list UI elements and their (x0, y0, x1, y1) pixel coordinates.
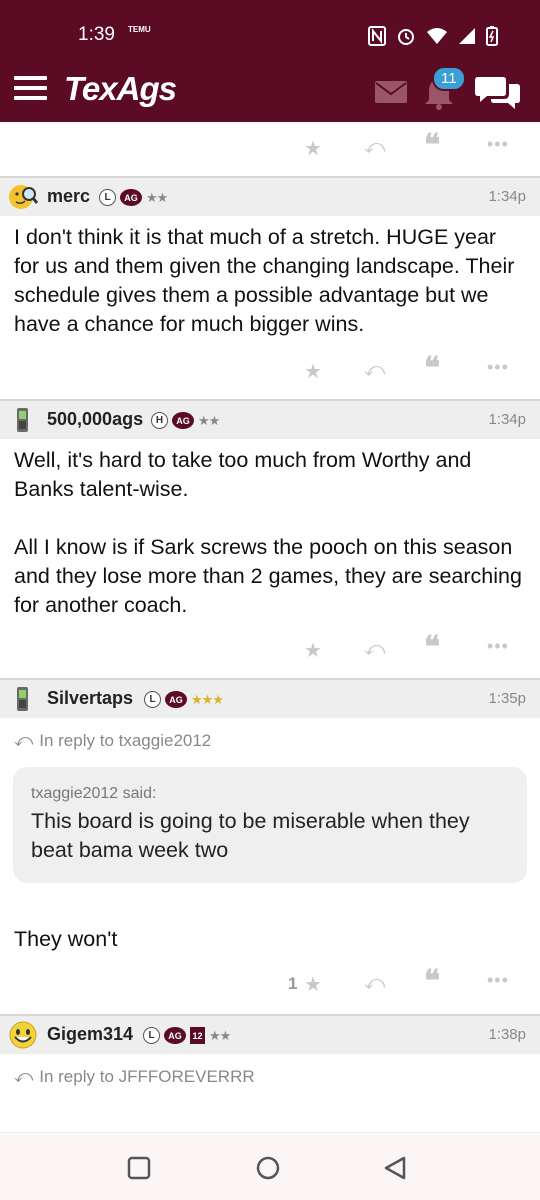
reply-to-link[interactable]: ⤺ In reply to JFFFOREVERRR (0, 1054, 540, 1087)
post-actions: ★ ⤺ ❝ ••• (0, 122, 540, 176)
post-time: 1:38p (488, 1026, 526, 1043)
user-stars: ★★ (146, 189, 168, 205)
badge-ag: AG (172, 412, 194, 429)
reply-to-label: In reply to JFFFOREVERRR (39, 1066, 255, 1086)
star-icon[interactable]: ★ (304, 359, 322, 384)
star-count: 1 (288, 974, 298, 993)
post-actions: ★ ⤺ ❝ ••• (0, 620, 540, 678)
signal-icon (459, 28, 475, 44)
nfc-icon (368, 26, 386, 46)
user-badges: L AG ★★ (99, 189, 168, 206)
post-header: merc L AG ★★ 1:34p (0, 176, 540, 216)
user-stars: ★★★ (191, 691, 224, 707)
app-bar: TexAgs 11 (0, 62, 540, 120)
post-paragraph: All I know is if Sark screws the pooch o… (14, 535, 522, 617)
quote-author: txaggie2012 said: (31, 785, 157, 802)
post-header: Silvertaps L AG ★★★ 1:35p (0, 678, 540, 718)
quote-text: This board is going to be miserable when… (31, 809, 470, 862)
more-icon[interactable]: ••• (487, 357, 509, 378)
username[interactable]: Gigem314 (47, 1024, 133, 1045)
app-header: 1:39 TEMU TexAgs 11 (0, 0, 540, 122)
post-actions: ★ ⤺ ❝ ••• (0, 339, 540, 399)
reply-arrow-icon: ⤺ (14, 1066, 34, 1086)
smiley-icon[interactable] (8, 1020, 38, 1050)
reply-to-label: In reply to txaggie2012 (39, 730, 212, 750)
post-body: They won't (14, 927, 118, 951)
notification-count-badge[interactable]: 11 (432, 66, 466, 91)
user-badges: H AG ★★ (151, 412, 220, 429)
user-stars: ★★ (209, 1027, 231, 1043)
chat-icon[interactable] (475, 74, 521, 110)
magnifier-smiley-icon[interactable] (8, 182, 38, 212)
username[interactable]: merc (47, 186, 90, 207)
post-time: 1:35p (488, 690, 526, 707)
post-paragraph: Well, it's hard to take too much from Wo… (14, 448, 472, 501)
more-icon[interactable]: ••• (487, 134, 509, 155)
star-icon[interactable]: ★ (304, 136, 322, 161)
post-time: 1:34p (488, 411, 526, 428)
menu-icon[interactable] (14, 76, 47, 100)
status-icons (368, 26, 498, 46)
badge-h: H (151, 412, 168, 429)
post: Gigem314 L AG 12 ★★ 1:38p ⤺ In reply to … (0, 1014, 540, 1087)
post-time: 1:34p (488, 188, 526, 205)
more-icon[interactable]: ••• (487, 636, 509, 657)
post-header: 500,000ags H AG ★★ 1:34p (0, 399, 540, 439)
post: Silvertaps L AG ★★★ 1:35p ⤺ In reply to … (0, 678, 540, 1014)
recents-icon[interactable] (126, 1155, 152, 1181)
app-logo[interactable]: TexAgs (64, 70, 177, 108)
home-icon[interactable] (254, 1155, 282, 1183)
system-nav-bar (0, 1132, 540, 1200)
username[interactable]: Silvertaps (47, 688, 133, 709)
quote-icon[interactable]: ❝ (424, 964, 440, 999)
badge-12: 12 (190, 1027, 205, 1044)
badge-l: L (143, 1027, 160, 1044)
badge-l: L (144, 691, 161, 708)
back-icon[interactable] (382, 1155, 410, 1183)
user-stars: ★★ (198, 412, 220, 428)
badge-ag: AG (165, 691, 187, 708)
reply-to-link[interactable]: ⤺ In reply to txaggie2012 (0, 718, 540, 751)
star-icon[interactable]: ★ (304, 972, 322, 997)
star-icon[interactable]: ★ (304, 638, 322, 663)
quote-icon[interactable]: ❝ (424, 630, 440, 665)
status-bar: 1:39 TEMU (0, 24, 540, 52)
mail-icon[interactable] (374, 80, 408, 104)
username[interactable]: 500,000ags (47, 409, 143, 430)
reply-icon[interactable]: ⤺ (364, 136, 385, 159)
reply-arrow-icon: ⤺ (14, 730, 34, 750)
post: 500,000ags H AG ★★ 1:34p Well, it's hard… (0, 399, 540, 678)
reply-icon[interactable]: ⤺ (364, 359, 385, 382)
more-icon[interactable]: ••• (487, 970, 509, 991)
post: merc L AG ★★ 1:34p I don't think it is t… (0, 176, 540, 399)
post-actions: 1 ★ ⤺ ❝ ••• (0, 954, 540, 1014)
quote-box[interactable]: txaggie2012 said: This board is going to… (13, 767, 527, 883)
quote-icon[interactable]: ❝ (424, 128, 440, 163)
phone-icon[interactable] (8, 405, 38, 435)
user-badges: L AG 12 ★★ (143, 1027, 231, 1044)
reply-icon[interactable]: ⤺ (364, 972, 385, 995)
badge-ag: AG (164, 1027, 186, 1044)
reply-icon[interactable]: ⤺ (364, 638, 385, 661)
quote-icon[interactable]: ❝ (424, 351, 440, 386)
badge-l: L (99, 189, 116, 206)
carrier-badge: TEMU (128, 25, 151, 34)
alarm-icon (398, 29, 414, 45)
post-body: Well, it's hard to take too much from Wo… (0, 439, 540, 620)
post-header: Gigem314 L AG 12 ★★ 1:38p (0, 1014, 540, 1054)
thread-feed: ★ ⤺ ❝ ••• merc L AG ★★ 1:34p I don't thi… (0, 122, 540, 1087)
status-time: 1:39 (78, 24, 115, 45)
phone-icon[interactable] (8, 684, 38, 714)
battery-icon (486, 26, 498, 46)
post-body: I don't think it is that much of a stret… (14, 225, 515, 336)
user-badges: L AG ★★★ (144, 691, 224, 708)
wifi-icon (427, 28, 447, 44)
badge-ag: AG (120, 189, 142, 206)
